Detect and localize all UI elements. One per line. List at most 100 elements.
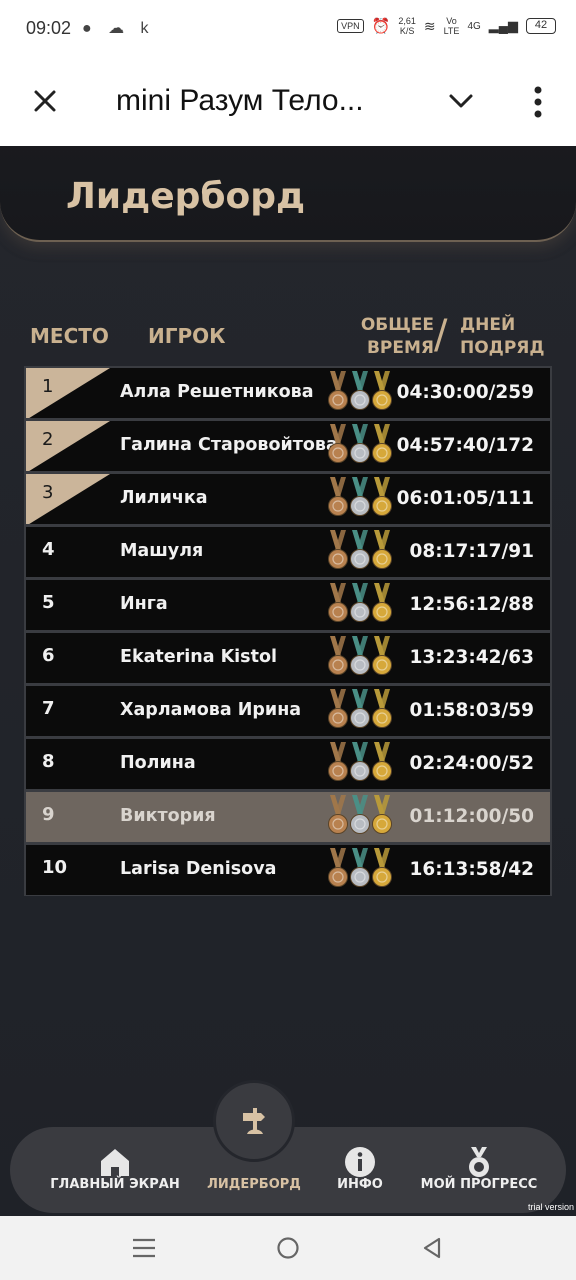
column-place: МЕСТО	[30, 324, 109, 348]
leaderboard-row: 10 Larisa Denisova 16:13:58/42	[24, 843, 552, 896]
medal-silver-icon	[350, 530, 370, 569]
medal-silver-icon	[350, 371, 370, 410]
row-place: 5	[42, 592, 55, 613]
row-place: 6	[42, 645, 55, 666]
row-score: 01:12:00/50	[409, 806, 534, 827]
row-player-name: Алла Решетникова	[120, 382, 314, 402]
leaderboard-row: 6 Ekaterina Kistol 13:23:42/63	[24, 631, 552, 684]
row-player-name: Виктория	[120, 806, 216, 826]
notification-icons: ● ☁ k	[82, 20, 155, 37]
medal-silver-icon	[350, 583, 370, 622]
leaderboard-row: 2 Галина Старовойтова 04:57:40/172	[24, 419, 552, 472]
column-days-line1: ДНЕЙ	[460, 315, 516, 335]
medal-silver-icon	[350, 795, 370, 834]
medal-silver-icon	[350, 636, 370, 675]
app-bar: mini Разум Тело...	[0, 60, 576, 146]
nav-info[interactable]: ИНФО	[330, 1127, 390, 1213]
medal-gold-icon	[372, 636, 392, 675]
alarm-icon: ⏰	[371, 18, 391, 35]
network-type: 4G	[467, 20, 481, 32]
medal-bronze-icon	[328, 848, 348, 887]
status-bar: 09:02 ● ☁ k VPN ⏰ 2,61 K/S ≋ Vo LTE 4G ▂▄▆…	[0, 0, 576, 60]
row-player-name: Инга	[120, 594, 168, 614]
close-icon[interactable]	[30, 86, 60, 116]
column-headers: МЕСТО ИГРОК ОБЩЕЕ ВРЕМЯ / ДНЕЙ ПОДРЯД	[0, 312, 576, 364]
medal-bronze-icon	[328, 371, 348, 410]
battery-icon: 42	[526, 18, 556, 34]
system-nav-bar	[0, 1216, 576, 1280]
nav-home[interactable]: ГЛАВНЫЙ ЭКРАН	[50, 1127, 180, 1213]
screen-header: Лидерборд	[0, 146, 576, 242]
medal-gold-icon	[372, 530, 392, 569]
row-medals	[328, 689, 392, 728]
speed-unit: K/S	[399, 26, 415, 36]
row-score: 06:01:05/111	[396, 488, 534, 509]
more-vert-icon[interactable]	[526, 82, 550, 122]
nav-info-label: ИНФО	[337, 1177, 383, 1192]
medal-bronze-icon	[328, 424, 348, 463]
trial-watermark: trial version	[527, 1202, 574, 1212]
medal-progress-icon	[469, 1147, 489, 1177]
medal-bronze-icon	[328, 689, 348, 728]
medal-silver-icon	[350, 742, 370, 781]
info-icon	[345, 1147, 375, 1177]
leaderboard-row: 3 Лиличка 06:01:05/111	[24, 472, 552, 525]
row-player-name: Галина Старовойтова	[120, 435, 338, 455]
row-medals	[328, 583, 392, 622]
row-medals	[328, 742, 392, 781]
row-medals	[328, 848, 392, 887]
nav-progress[interactable]: МОЙ ПРОГРЕСС	[414, 1127, 544, 1213]
row-player-name: Лиличка	[120, 488, 208, 508]
column-total-time: ОБЩЕЕ ВРЕМЯ	[360, 314, 434, 360]
row-score: 02:24:00/52	[409, 753, 534, 774]
back-icon[interactable]	[420, 1236, 444, 1260]
network-speed: 2,61 K/S	[398, 16, 416, 36]
row-place: 10	[42, 857, 68, 878]
row-score: 01:58:03/59	[409, 700, 534, 721]
leaderboard-screen: Лидерборд МЕСТО ИГРОК ОБЩЕЕ ВРЕМЯ / ДНЕЙ П…	[0, 146, 576, 1216]
row-score: 08:17:17/91	[409, 541, 534, 562]
row-score: 13:23:42/63	[409, 647, 534, 668]
column-streak: ДНЕЙ ПОДРЯД	[460, 314, 545, 360]
medal-gold-icon	[372, 424, 392, 463]
medal-bronze-icon	[328, 742, 348, 781]
column-time-line1: ОБЩЕЕ	[360, 315, 434, 335]
medal-bronze-icon	[328, 583, 348, 622]
signpost-icon	[243, 1108, 265, 1134]
chevron-down-icon[interactable]	[446, 86, 476, 116]
medal-silver-icon	[350, 477, 370, 516]
medal-gold-icon	[372, 795, 392, 834]
row-score: 16:13:58/42	[409, 859, 534, 880]
row-place: 3	[42, 482, 54, 503]
medal-bronze-icon	[328, 636, 348, 675]
page-title: Лидерборд	[66, 176, 306, 217]
medal-gold-icon	[372, 371, 392, 410]
menu-icon[interactable]	[132, 1236, 156, 1260]
status-time: 09:02	[26, 18, 72, 38]
medal-gold-icon	[372, 848, 392, 887]
volte-indicator: Vo LTE	[444, 16, 460, 36]
medal-bronze-icon	[328, 795, 348, 834]
leaderboard-row: 7 Харламова Ирина 01:58:03/59	[24, 684, 552, 737]
leaderboard-row: 1 Алла Решетникова 04:30:00/259	[24, 366, 552, 419]
signal-icon: ▂▄▆	[488, 18, 518, 33]
column-separator: /	[434, 312, 448, 358]
row-medals	[328, 530, 392, 569]
leaderboard-fab[interactable]	[213, 1080, 295, 1162]
nav-home-label: ГЛАВНЫЙ ЭКРАН	[50, 1177, 180, 1192]
row-medals	[328, 424, 392, 463]
row-place: 1	[42, 376, 54, 397]
nav-progress-label: МОЙ ПРОГРЕСС	[420, 1177, 538, 1192]
leaderboard-row: 4 Машуля 08:17:17/91	[24, 525, 552, 578]
row-player-name: Полина	[120, 753, 196, 773]
row-score: 04:30:00/259	[396, 382, 534, 403]
top-rank-badge	[26, 421, 110, 471]
home-circle-icon[interactable]	[276, 1236, 300, 1260]
medal-silver-icon	[350, 848, 370, 887]
row-place: 2	[42, 429, 54, 450]
row-place: 4	[42, 539, 55, 560]
medal-bronze-icon	[328, 530, 348, 569]
row-place: 9	[42, 804, 55, 825]
medal-gold-icon	[372, 477, 392, 516]
leaderboard-row: 8 Полина 02:24:00/52	[24, 737, 552, 790]
